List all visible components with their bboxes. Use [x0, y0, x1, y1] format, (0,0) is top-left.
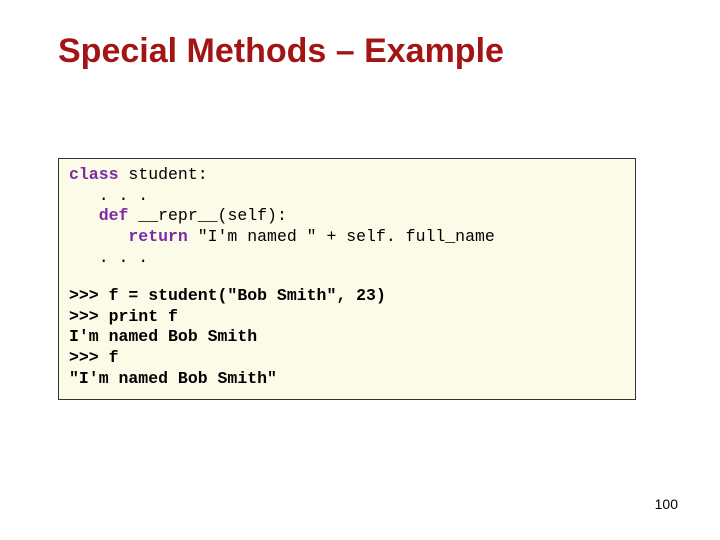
code-text: . . . [69, 186, 148, 205]
slide: Special Methods – Example class student:… [0, 0, 720, 540]
session-line: I'm named Bob Smith [69, 327, 257, 346]
code-text: . . . [69, 248, 148, 267]
page-number: 100 [655, 496, 678, 512]
slide-title: Special Methods – Example [58, 32, 504, 71]
session-line: "I'm named Bob Smith" [69, 369, 277, 388]
code-text: "I'm named " + self. full_name [188, 227, 495, 246]
session-line: >>> f = student("Bob Smith", 23) [69, 286, 386, 305]
code-session: >>> f = student("Bob Smith", 23) >>> pri… [69, 286, 625, 389]
code-text: __repr__(self): [128, 206, 286, 225]
keyword-def: def [69, 206, 128, 225]
code-example-box: class student: . . . def __repr__(self):… [58, 158, 636, 400]
code-text: student: [119, 165, 208, 184]
session-line: >>> f [69, 348, 119, 367]
keyword-return: return [69, 227, 188, 246]
code-definition: class student: . . . def __repr__(self):… [69, 165, 625, 268]
keyword-class: class [69, 165, 119, 184]
session-line: >>> print f [69, 307, 178, 326]
